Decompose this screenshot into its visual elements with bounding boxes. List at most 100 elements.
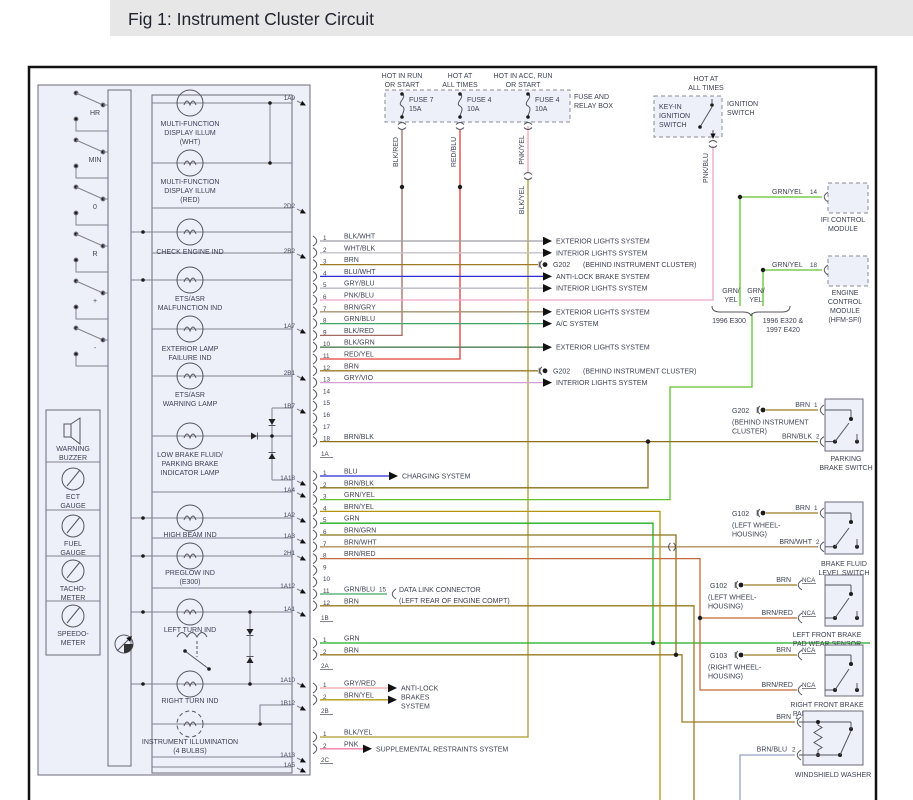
ground-location: (RIGHT WHEEL- [708, 665, 762, 672]
wire-color-label: BRN [344, 598, 359, 605]
button-label: R [92, 251, 97, 258]
component-name: LEFT FRONT BRAKE [793, 632, 862, 639]
system-destination: SYSTEM [401, 704, 430, 711]
component-name: WINDSHIELD WASHER [795, 772, 871, 779]
lamp-name: DISPLAY ILLUM [164, 130, 216, 137]
wire-color-label: BLK/YEL [344, 730, 373, 737]
connector-id: 2A [321, 663, 330, 670]
pin-number: 6 [323, 529, 327, 536]
feed-label: ALL TIMES [442, 82, 478, 89]
component-name: BRAKE FLUID [821, 561, 867, 568]
pin-number: 2 [323, 482, 327, 489]
system-destination: BRAKES [401, 695, 430, 702]
wire-color-label: GRY/BLU [344, 281, 375, 288]
pin-number: 15 [323, 400, 331, 407]
system-destination: EXTERIOR LIGHTS SYSTEM [556, 345, 650, 352]
gauge-name: FUEL [64, 541, 82, 548]
lamp-name: INSTRUMENT ILLUMINATION [142, 739, 238, 746]
wire-color-label: GRN/ [722, 288, 740, 295]
fuse-name: FUSE 4 [535, 97, 560, 104]
ground-ref: G202 [553, 368, 570, 375]
wiring-diagram: Fig 1: Instrument Cluster Circuit HOT IN… [0, 0, 913, 800]
lamp-name: FAILURE IND [168, 355, 211, 362]
fuse-box-label: RELAY BOX [574, 103, 613, 110]
ground-ref: G102 [710, 583, 727, 590]
pin-number: 18 [810, 262, 818, 269]
wire-color-label: BRN/WHT [779, 539, 812, 546]
lamp-name: ETS/ASR [175, 392, 205, 399]
ground-location: HOUSING) [732, 532, 767, 539]
pin-number: 13 [323, 377, 331, 384]
wire-color-label: GRN/BLU [344, 587, 375, 594]
wire-color-label: BRN/RED [761, 610, 793, 617]
pin-number: 8 [323, 553, 327, 560]
module-name: (HFM-SFI) [828, 317, 861, 324]
pin-number: 1 [323, 682, 327, 689]
pin-number: 4 [323, 505, 327, 512]
wire-color-label: GRN [344, 636, 360, 643]
wire-color-label: BRN [776, 577, 791, 584]
wire-color-label: BRN [344, 257, 359, 264]
edge-pin: 1B7 [284, 403, 296, 410]
ground-location: CLUSTER) [732, 429, 767, 436]
pin-number: 2 [323, 247, 327, 254]
pin-number: 6 [323, 294, 327, 301]
edge-pin: 1A3 [284, 533, 296, 540]
pin-number: 11 [323, 588, 330, 595]
component-name: SWITCH [659, 122, 687, 129]
wire-color-label: GRY/VIO [344, 375, 374, 382]
component-name: RIGHT FRONT BRAKE [790, 702, 864, 709]
system-destination: (LEFT REAR OF ENGINE COMPT) [399, 598, 510, 605]
feed-label: ALL TIMES [688, 85, 724, 92]
wire-color-label: BRN/RED [761, 682, 793, 689]
wire-color-label: BRN/BLK [344, 434, 374, 441]
wire-color-label: BRN/BLK [782, 434, 812, 441]
connector-id: 2B [321, 708, 329, 715]
wire-color-label: BRN/BLU [757, 747, 787, 754]
lamp-name: MULTI-FUNCTION [161, 121, 220, 128]
pin-number: NCA [802, 647, 816, 654]
edge-pin: 1A5 [284, 762, 296, 769]
wire-color-label: BRN [344, 363, 359, 370]
system-destination: INTERIOR LIGHTS SYSTEM [556, 380, 648, 387]
pin-number: 2 [323, 743, 327, 750]
wire-color-label: BRN/WHT [344, 539, 377, 546]
pin-number: 1 [323, 731, 327, 738]
pin-number: 1 [323, 235, 327, 242]
wire-color-label: BLK/GRN [344, 340, 375, 347]
page-title: Fig 1: Instrument Cluster Circuit [128, 9, 374, 29]
ground-ref: G102 [732, 511, 749, 518]
system-destination: DATA LINK CONNECTOR [399, 587, 481, 594]
pin-number: 1 [323, 470, 327, 477]
pin-number: 16 [323, 412, 331, 419]
lamp-name: CHECK ENGINE IND [156, 249, 223, 256]
wire-color-label: BRN/GRY [344, 304, 376, 311]
lamp-name: HIGH BEAM IND [163, 532, 216, 539]
system-destination: SUPPLEMENTAL RESTRAINTS SYSTEM [376, 746, 508, 753]
wire-color-label: BRN [795, 505, 810, 512]
cluster-bus-bar [108, 90, 131, 766]
pin-number: 11 [323, 353, 330, 360]
pin-number: 10 [323, 341, 331, 348]
pin-number: 5 [323, 282, 327, 289]
system-destination: ANTI-LOCK [401, 686, 439, 693]
ground-location: (LEFT WHEEL- [708, 595, 757, 602]
pin-number: 4 [323, 270, 327, 277]
wire-color-label: RED/YEL [344, 352, 374, 359]
wiring-diagram-page: Fig 1: Instrument Cluster Circuit HOT IN… [0, 0, 913, 800]
fuse-name: FUSE 4 [467, 97, 492, 104]
lamp-name: LOW BRAKE FLUID/ [157, 452, 223, 459]
module-name: IFI CONTROL [821, 217, 865, 224]
lamp-name: ETS/ASR [175, 296, 205, 303]
wire-color-label: YEL [749, 297, 762, 304]
component-name: BRAKE SWITCH [819, 465, 872, 472]
lamp-name: (RED) [180, 197, 199, 204]
pin-number: 2 [792, 747, 796, 754]
component-name: IGNITION [659, 113, 690, 120]
lamp-name: (WHT) [180, 139, 201, 146]
pin-number: 17 [323, 424, 331, 431]
wire-color-label: BRN [776, 714, 791, 721]
pin-number: 1 [814, 505, 818, 512]
wire-color-label: GRN/YEL [772, 189, 803, 196]
wire-color-label: YEL [724, 297, 737, 304]
